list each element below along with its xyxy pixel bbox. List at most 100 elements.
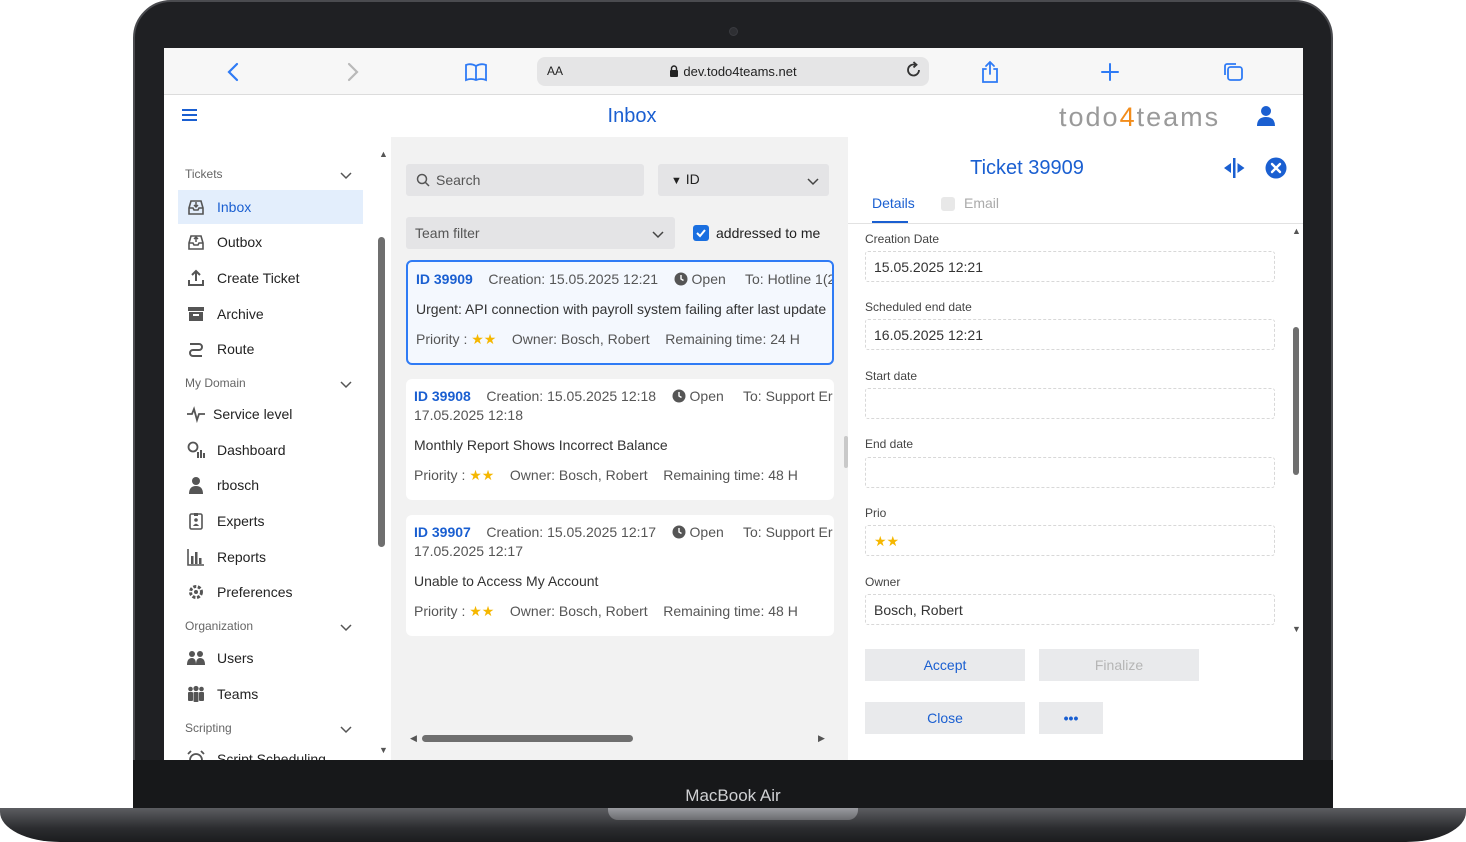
share-icon[interactable] xyxy=(980,60,1000,84)
field-label-scheduled-end-date: Scheduled end date xyxy=(865,300,972,314)
chevron-down-icon xyxy=(652,231,664,239)
ticket-creation: Creation: 15.05.2025 12:17 xyxy=(486,524,657,540)
addressed-to-me-checkbox[interactable] xyxy=(693,225,709,241)
detail-scrollbar[interactable] xyxy=(1293,327,1299,475)
search-input[interactable]: Search xyxy=(406,164,644,196)
end-date-field[interactable] xyxy=(865,457,1275,488)
gear-icon xyxy=(189,585,203,599)
ticket-remaining: Remaining time: 48 H xyxy=(663,467,798,483)
scroll-down-arrow[interactable]: ▼ xyxy=(379,745,388,755)
creation-date-field[interactable]: 15.05.2025 12:21 xyxy=(865,251,1275,282)
close-button[interactable]: Close xyxy=(865,702,1025,734)
ticket-card[interactable]: ID 39907 Creation: 15.05.2025 12:17 Open… xyxy=(406,515,834,636)
screen: AA dev.todo4teams.net Inbox todo4teams T… xyxy=(164,48,1303,760)
more-actions-button[interactable]: ••• xyxy=(1039,702,1103,734)
finalize-button[interactable]: Finalize xyxy=(1039,649,1199,681)
sidebar-item-route[interactable]: Route xyxy=(178,332,363,366)
scheduled-end-date-field[interactable]: 16.05.2025 12:21 xyxy=(865,319,1275,350)
ticket-footer: Priority : ★★ Owner: Bosch, Robert Remai… xyxy=(416,331,800,347)
sidebar-item-experts[interactable]: Experts xyxy=(178,504,363,538)
list-horizontal-scrollbar[interactable] xyxy=(422,735,633,742)
ticket-meta-row: ID 39908 Creation: 15.05.2025 12:18 Open… xyxy=(414,388,833,404)
sidebar-item-reports[interactable]: Reports xyxy=(178,540,363,574)
sort-label: ▼ ID xyxy=(671,171,700,187)
user-account-icon[interactable] xyxy=(1255,105,1277,127)
ticket-recipient: To: Support Er xyxy=(743,388,833,404)
clock-icon xyxy=(672,389,686,403)
new-tab-icon[interactable] xyxy=(1101,63,1119,81)
tab-email[interactable]: Email xyxy=(964,195,999,211)
ticket-card[interactable]: ID 39908 Creation: 15.05.2025 12:18 Open… xyxy=(406,379,834,500)
sidebar-item-preferences[interactable]: Preferences xyxy=(178,575,363,609)
field-label-start-date: Start date xyxy=(865,369,918,383)
pulse-icon xyxy=(187,406,205,423)
start-date-field[interactable] xyxy=(865,388,1275,419)
upload-icon xyxy=(188,269,204,286)
archive-icon xyxy=(188,307,204,321)
sidebar-item-teams[interactable]: Teams xyxy=(178,677,363,711)
tab-details[interactable]: Details xyxy=(872,195,915,211)
forward-icon[interactable] xyxy=(346,61,360,83)
addressed-to-me-label[interactable]: addressed to me xyxy=(716,225,820,241)
ticket-card[interactable]: ID 39909 Creation: 15.05.2025 12:21 Open… xyxy=(406,260,834,365)
sidebar-section-organization[interactable]: Organization xyxy=(185,619,253,633)
sort-select[interactable]: ▼ ID xyxy=(658,164,829,196)
ticket-recipient: To: Hotline 1(2 xyxy=(745,271,834,287)
chevron-down-icon[interactable] xyxy=(340,169,352,181)
split-view-icon[interactable] xyxy=(1222,157,1246,179)
sidebar-item-archive[interactable]: Archive xyxy=(178,297,363,331)
accept-button[interactable]: Accept xyxy=(865,649,1025,681)
priority-stars: ★★ xyxy=(469,467,495,483)
sidebar-item-rbosch[interactable]: rbosch xyxy=(178,468,363,502)
ticket-meta-row: ID 39907 Creation: 15.05.2025 12:17 Open… xyxy=(414,524,833,540)
sidebar-scrollbar[interactable] xyxy=(378,237,385,547)
address-bar[interactable]: AA dev.todo4teams.net xyxy=(537,57,929,86)
tabs-icon[interactable] xyxy=(1222,62,1244,82)
ticket-status: Open xyxy=(691,271,726,287)
chevron-down-icon xyxy=(807,178,819,186)
bar-chart-icon xyxy=(187,549,204,566)
sidebar-item-script-scheduling[interactable]: Script Scheduling xyxy=(178,742,363,760)
laptop-notch xyxy=(608,808,858,820)
sidebar-section-my-domain[interactable]: My Domain xyxy=(185,376,246,390)
tabs-divider xyxy=(848,223,1303,224)
sidebar-item-users[interactable]: Users xyxy=(178,641,363,675)
team-filter-select[interactable]: Team filter xyxy=(406,217,675,249)
sidebar-item-dashboard[interactable]: Dashboard xyxy=(178,433,363,467)
ticket-recipient: To: Support Er xyxy=(743,524,833,540)
sidebar-item-create-ticket[interactable]: Create Ticket xyxy=(178,261,363,295)
owner-field[interactable]: Bosch, Robert xyxy=(865,594,1275,625)
sidebar: Tickets Inbox Outbox Create Ticket Archi… xyxy=(164,137,391,760)
scroll-left-arrow[interactable]: ◀ xyxy=(410,733,417,744)
chevron-down-icon[interactable] xyxy=(340,378,352,390)
prio-field[interactable]: ★★ xyxy=(865,525,1275,556)
scroll-right-arrow[interactable]: ▶ xyxy=(818,733,825,744)
priority-stars: ★★ xyxy=(471,331,497,347)
id-badge-icon xyxy=(189,513,203,530)
bookmarks-icon[interactable] xyxy=(464,62,488,82)
sidebar-item-outbox[interactable]: Outbox xyxy=(178,225,363,259)
users-icon xyxy=(187,651,205,665)
back-icon[interactable] xyxy=(226,61,240,83)
field-label-creation-date: Creation Date xyxy=(865,232,940,246)
email-tab-checkbox[interactable] xyxy=(941,197,955,211)
scroll-up-arrow[interactable]: ▲ xyxy=(379,149,388,159)
brand-logo: todo4teams xyxy=(1059,102,1221,132)
chevron-down-icon[interactable] xyxy=(340,723,352,735)
device-label: MacBook Air xyxy=(685,786,781,805)
scroll-down-arrow[interactable]: ▼ xyxy=(1292,624,1301,634)
priority-stars: ★★ xyxy=(469,603,495,619)
chevron-down-icon[interactable] xyxy=(340,621,352,633)
scroll-up-arrow[interactable]: ▲ xyxy=(1292,226,1301,236)
alarm-icon xyxy=(187,750,205,760)
sidebar-item-service-level[interactable]: Service level xyxy=(178,397,363,431)
sidebar-item-inbox[interactable]: Inbox xyxy=(178,190,363,224)
app-header: Inbox todo4teams xyxy=(164,95,1303,137)
sidebar-section-scripting[interactable]: Scripting xyxy=(185,721,232,735)
reload-icon[interactable] xyxy=(905,60,923,80)
ticket-title: Urgent: API connection with payroll syst… xyxy=(416,301,827,317)
close-circle-icon[interactable] xyxy=(1265,157,1287,179)
ticket-remaining: Remaining time: 48 H xyxy=(663,603,798,619)
menu-icon[interactable] xyxy=(182,109,197,121)
sidebar-section-tickets[interactable]: Tickets xyxy=(185,167,223,181)
